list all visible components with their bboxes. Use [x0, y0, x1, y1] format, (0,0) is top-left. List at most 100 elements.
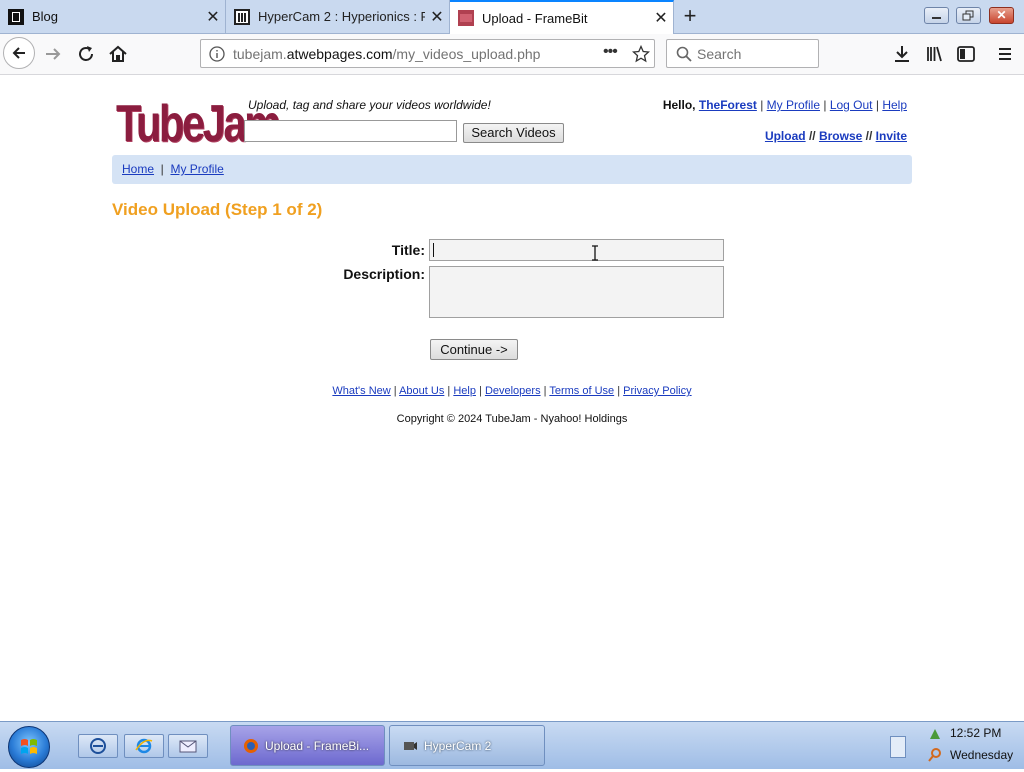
reload-icon	[79, 46, 93, 61]
back-arrow-icon	[12, 47, 25, 59]
quicklaunch-mail-button[interactable]	[168, 734, 208, 758]
help-link[interactable]: Help	[882, 98, 907, 112]
sidebar-icon	[957, 46, 975, 62]
hamburger-menu-icon	[999, 48, 1011, 60]
user-bar: Hello, TheForest | My Profile | Log Out …	[662, 98, 907, 112]
show-desktop-button[interactable]	[890, 736, 906, 758]
invite-link[interactable]: Invite	[876, 129, 907, 143]
reload-button[interactable]	[72, 40, 100, 68]
taskbar: Upload - FrameBi... HyperCam 2 12:52 PM …	[0, 721, 1024, 769]
text-caret	[433, 243, 434, 257]
window-close-button[interactable]: ✕	[989, 7, 1014, 24]
breadcrumb-my-profile[interactable]: My Profile	[170, 162, 223, 176]
page-title: Video Upload (Step 1 of 2)	[112, 200, 323, 219]
search-videos-button[interactable]: Search Videos	[463, 123, 564, 143]
footer-about-us-link[interactable]: About Us	[399, 385, 444, 397]
mail-icon	[179, 740, 197, 753]
copyright-text: Copyright © 2024 TubeJam - Nyahoo! Holdi…	[396, 413, 628, 425]
restore-button[interactable]	[956, 7, 981, 24]
library-button[interactable]	[920, 40, 948, 68]
downloads-button[interactable]	[888, 40, 916, 68]
network-tray-icon[interactable]	[927, 726, 943, 742]
download-icon	[895, 46, 909, 62]
tab-hypercam[interactable]: HyperCam 2 : Hyperionics : Fre ✕	[226, 0, 450, 33]
search-placeholder: Search	[697, 46, 742, 62]
log-out-link[interactable]: Log Out	[830, 98, 873, 112]
restore-icon	[962, 10, 974, 21]
taskbar-item-label: Upload - FrameBi...	[265, 738, 370, 753]
sidebar-button[interactable]	[952, 40, 980, 68]
forward-button[interactable]	[39, 40, 67, 68]
menu-button[interactable]	[991, 40, 1019, 68]
url-subdomain: tubejam.	[233, 46, 287, 62]
footer-developers-link[interactable]: Developers	[485, 385, 541, 397]
description-label: Description:	[343, 266, 425, 282]
browse-link[interactable]: Browse	[819, 129, 862, 143]
forward-arrow-icon	[46, 48, 61, 60]
navigation-toolbar: tubejam.atwebpages.com/my_videos_upload.…	[0, 34, 1024, 75]
url-path: /my_videos_upload.php	[392, 46, 541, 62]
text-cursor-icon	[592, 245, 598, 261]
upload-link[interactable]: Upload	[765, 129, 806, 143]
close-tab-icon[interactable]: ✕	[425, 7, 449, 27]
greeting-text: Hello,	[662, 98, 696, 112]
taskbar-item-upload-framebit[interactable]: Upload - FrameBi...	[230, 725, 385, 766]
search-box[interactable]: Search	[666, 39, 819, 68]
tab-blog[interactable]: Blog ✕	[0, 0, 226, 33]
breadcrumb-home[interactable]: Home	[122, 162, 154, 176]
minimize-button[interactable]	[924, 7, 949, 24]
back-button[interactable]	[3, 37, 35, 69]
close-tab-icon[interactable]: ✕	[201, 7, 225, 27]
description-textarea[interactable]	[429, 266, 724, 318]
video-search-input[interactable]	[244, 120, 457, 142]
tab-upload-framebit[interactable]: Upload - FrameBit ✕	[450, 0, 674, 34]
search-icon	[676, 46, 692, 62]
footer-privacy-link[interactable]: Privacy Policy	[623, 385, 691, 397]
site-tagline: Upload, tag and share your videos worldw…	[248, 98, 491, 112]
bookmark-star-icon[interactable]	[632, 45, 650, 63]
close-tab-icon[interactable]: ✕	[649, 8, 673, 28]
hypercam-app-icon	[404, 741, 417, 750]
start-button[interactable]	[8, 726, 50, 768]
site-actions: Upload // Browse // Invite	[764, 129, 907, 143]
windows-logo-icon	[21, 739, 37, 754]
continue-button[interactable]: Continue ->	[430, 339, 518, 360]
firefox-app-icon	[244, 738, 258, 753]
library-icon	[927, 46, 942, 62]
quicklaunch-ie-button[interactable]	[124, 734, 164, 758]
url-text: tubejam.atwebpages.com/my_videos_upload.…	[233, 46, 540, 62]
address-bar[interactable]: tubejam.atwebpages.com/my_videos_upload.…	[200, 39, 655, 68]
taskbar-item-label: HyperCam 2	[424, 738, 492, 753]
clock-day[interactable]: Wednesday	[950, 748, 1013, 762]
close-icon: ✕	[996, 8, 1007, 22]
search-tray-icon[interactable]	[927, 747, 943, 763]
new-tab-icon[interactable]: +	[678, 4, 702, 28]
footer-help-link[interactable]: Help	[453, 385, 476, 397]
browser-icon	[90, 738, 106, 754]
url-host: atwebpages.com	[286, 46, 393, 62]
footer-terms-link[interactable]: Terms of Use	[549, 385, 614, 397]
footer-whats-new-link[interactable]: What's New	[332, 385, 390, 397]
breadcrumb: Home | My Profile	[112, 155, 912, 184]
page-actions-icon[interactable]: •••	[603, 43, 618, 61]
tab-title: Blog	[32, 9, 59, 24]
minimize-icon	[932, 17, 941, 19]
footer-links: What's New | About Us | Help | Developer…	[332, 385, 692, 397]
internet-explorer-icon	[135, 738, 153, 754]
my-profile-link[interactable]: My Profile	[767, 98, 820, 112]
home-icon	[109, 45, 127, 62]
tab-title: HyperCam 2 : Hyperionics : Fre	[258, 9, 425, 24]
framebit-favicon-icon	[458, 10, 474, 26]
tab-bar: Blog ✕ HyperCam 2 : Hyperionics : Fre ✕ …	[0, 0, 1024, 34]
quicklaunch-browser-button[interactable]	[78, 734, 118, 758]
username-link[interactable]: TheForest	[699, 98, 757, 112]
clock-time[interactable]: 12:52 PM	[950, 726, 1001, 740]
home-button[interactable]	[104, 40, 132, 68]
title-input[interactable]	[429, 239, 724, 261]
info-icon[interactable]	[209, 46, 225, 62]
tab-title: Upload - FrameBit	[482, 10, 588, 26]
title-label: Title:	[391, 242, 425, 258]
web-page: TubeJam Upload, tag and share your video…	[0, 75, 1024, 721]
taskbar-item-hypercam[interactable]: HyperCam 2	[389, 725, 545, 766]
blog-favicon-icon	[8, 8, 24, 25]
